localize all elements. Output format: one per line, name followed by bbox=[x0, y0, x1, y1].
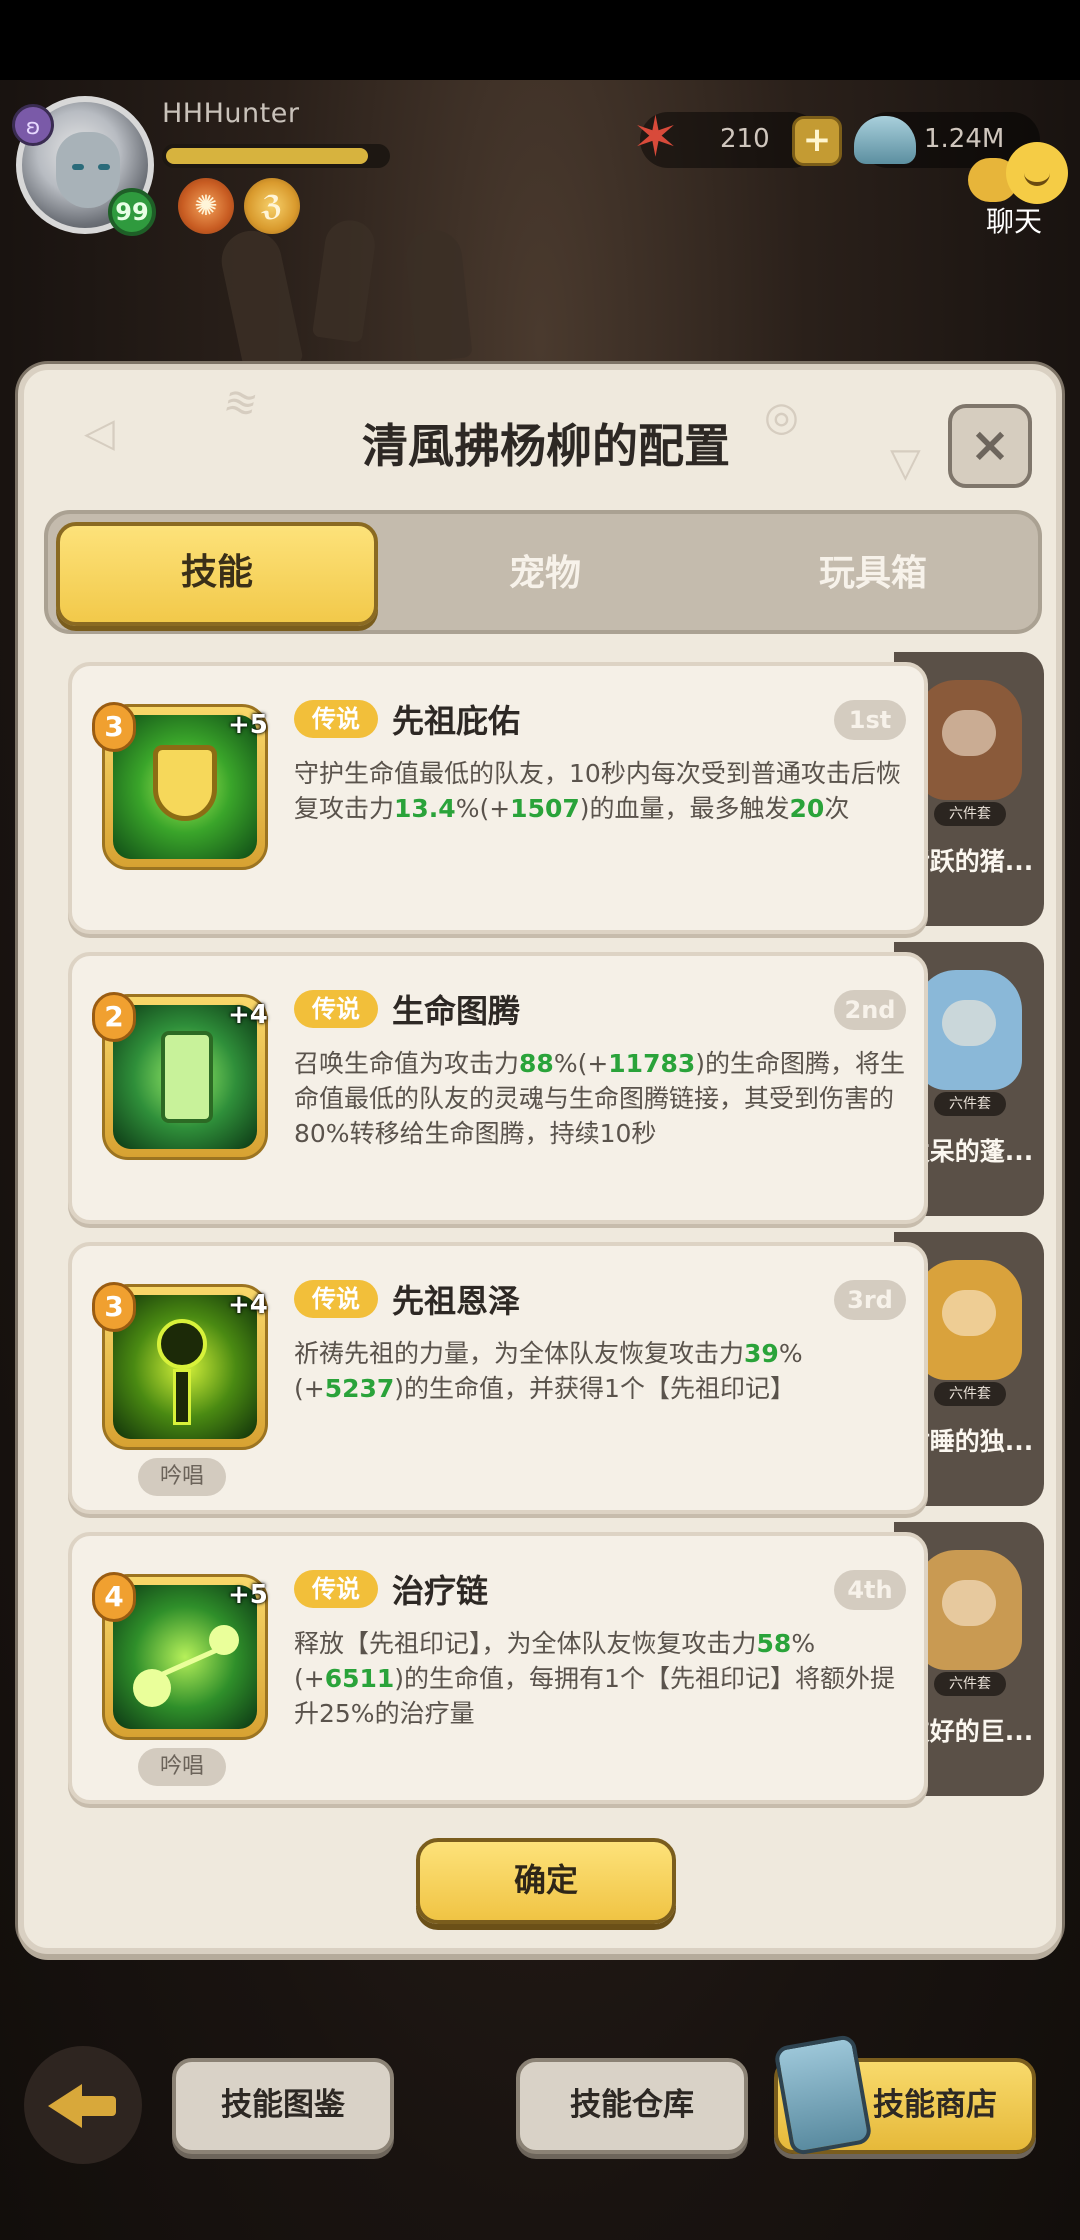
pet-boar-figure bbox=[916, 680, 1022, 800]
player-name: HHHunter bbox=[162, 98, 300, 129]
rarity-badge: 传说 bbox=[294, 1280, 378, 1318]
skill-description: 召唤生命值为攻击力88%(+11783)的生命图腾，将生命值最低的队友的灵魂与生… bbox=[294, 1049, 906, 1148]
skill-bonus: +5 bbox=[228, 1580, 268, 1610]
skill-card-3[interactable]: 3 +4 吟唱 传说 先祖恩泽 3rd 祈祷先祖的力量，为全体队友恢复攻击力39… bbox=[68, 1242, 928, 1514]
starfish-amount: 210 bbox=[720, 124, 770, 154]
skill-level-badge: 2 bbox=[92, 992, 136, 1042]
skill-description: 守护生命值最低的队友，10秒内每次受到普通攻击后恢复攻击力13.4%(+1507… bbox=[294, 759, 901, 823]
chat-label: 聊天 bbox=[985, 205, 1042, 238]
close-button[interactable]: × bbox=[948, 404, 1032, 488]
skill-rank: 3rd bbox=[834, 1280, 906, 1320]
set-tag: 六件套 bbox=[934, 1382, 1006, 1406]
chant-tag: 吟唱 bbox=[138, 1458, 226, 1496]
skill-level-badge: 3 bbox=[92, 1282, 136, 1332]
pet-sleeper-figure bbox=[916, 1260, 1022, 1380]
skill-rank: 2nd bbox=[834, 990, 906, 1030]
skill-name: 治疗链 bbox=[392, 1572, 489, 1610]
skill-bonus: +5 bbox=[228, 710, 268, 740]
skill-codex-button[interactable]: 技能图鉴 bbox=[172, 2058, 394, 2154]
rarity-badge: 传说 bbox=[294, 1570, 378, 1608]
tab-toybox[interactable]: 玩具箱 bbox=[712, 522, 1034, 626]
skill-rank: 1st bbox=[834, 700, 906, 740]
back-button[interactable] bbox=[24, 2046, 142, 2164]
tab-bar: 技能 宠物 玩具箱 bbox=[44, 510, 1042, 634]
skill-card-4[interactable]: 4 +5 吟唱 传说 治疗链 4th 释放【先祖印记】，为全体队友恢复攻击力58… bbox=[68, 1532, 928, 1804]
rarity-badge: 传说 bbox=[294, 700, 378, 738]
title-badge-icon[interactable]: ℨ bbox=[244, 178, 300, 234]
xp-bar bbox=[162, 144, 390, 168]
pet-giant-figure bbox=[916, 1550, 1022, 1670]
skill-rank: 4th bbox=[834, 1570, 906, 1610]
skill-bonus: +4 bbox=[228, 1290, 268, 1320]
loadout-dialog: ◁ ≋ ◎ ▽ 清風拂杨柳的配置 × 技能 宠物 玩具箱 六件套 活跃的猪...… bbox=[18, 364, 1062, 1954]
skill-name: 生命图腾 bbox=[392, 992, 521, 1030]
set-tag: 六件套 bbox=[934, 1092, 1006, 1116]
swirl-icon: ʚ bbox=[12, 104, 54, 146]
tab-pets[interactable]: 宠物 bbox=[384, 522, 706, 626]
tab-skills[interactable]: 技能 bbox=[56, 522, 378, 626]
dialog-title: 清風拂杨柳的配置 bbox=[362, 419, 730, 473]
player-level-badge: 99 bbox=[108, 188, 156, 236]
set-tag: 六件套 bbox=[934, 802, 1006, 826]
skill-level-badge: 4 bbox=[92, 1572, 136, 1622]
chant-tag: 吟唱 bbox=[138, 1748, 226, 1786]
skill-description: 祈祷先祖的力量，为全体队友恢复攻击力39%(+5237)的生命值，并获得1个【先… bbox=[294, 1339, 803, 1403]
skill-name: 先祖庇佑 bbox=[392, 702, 521, 740]
skill-bonus: +4 bbox=[228, 1000, 268, 1030]
skill-storage-button[interactable]: 技能仓库 bbox=[516, 2058, 748, 2154]
pet-sheep-figure bbox=[916, 970, 1022, 1090]
skill-description: 释放【先祖印记】，为全体队友恢复攻击力58%(+6511)的生命值，每拥有1个【… bbox=[294, 1629, 895, 1728]
confirm-button[interactable]: 确定 bbox=[416, 1838, 676, 1924]
chat-mascot-icon bbox=[1006, 142, 1068, 204]
set-tag: 六件套 bbox=[934, 1672, 1006, 1696]
guild-badge-icon[interactable]: ✺ bbox=[178, 178, 234, 234]
skill-level-badge: 3 bbox=[92, 702, 136, 752]
add-starfish-button[interactable]: + bbox=[792, 116, 842, 166]
rarity-badge: 传说 bbox=[294, 990, 378, 1028]
skill-card-1[interactable]: 3 +5 传说 先祖庇佑 1st 守护生命值最低的队友，10秒内每次受到普通攻击… bbox=[68, 662, 928, 934]
starfish-icon: ✶ bbox=[632, 105, 679, 170]
back-arrow-icon bbox=[48, 2084, 82, 2128]
skill-name: 先祖恩泽 bbox=[392, 1282, 521, 1320]
skill-card-2[interactable]: 2 +4 传说 生命图腾 2nd 召唤生命值为攻击力88%(+11783)的生命… bbox=[68, 952, 928, 1224]
status-bar bbox=[0, 0, 1080, 80]
